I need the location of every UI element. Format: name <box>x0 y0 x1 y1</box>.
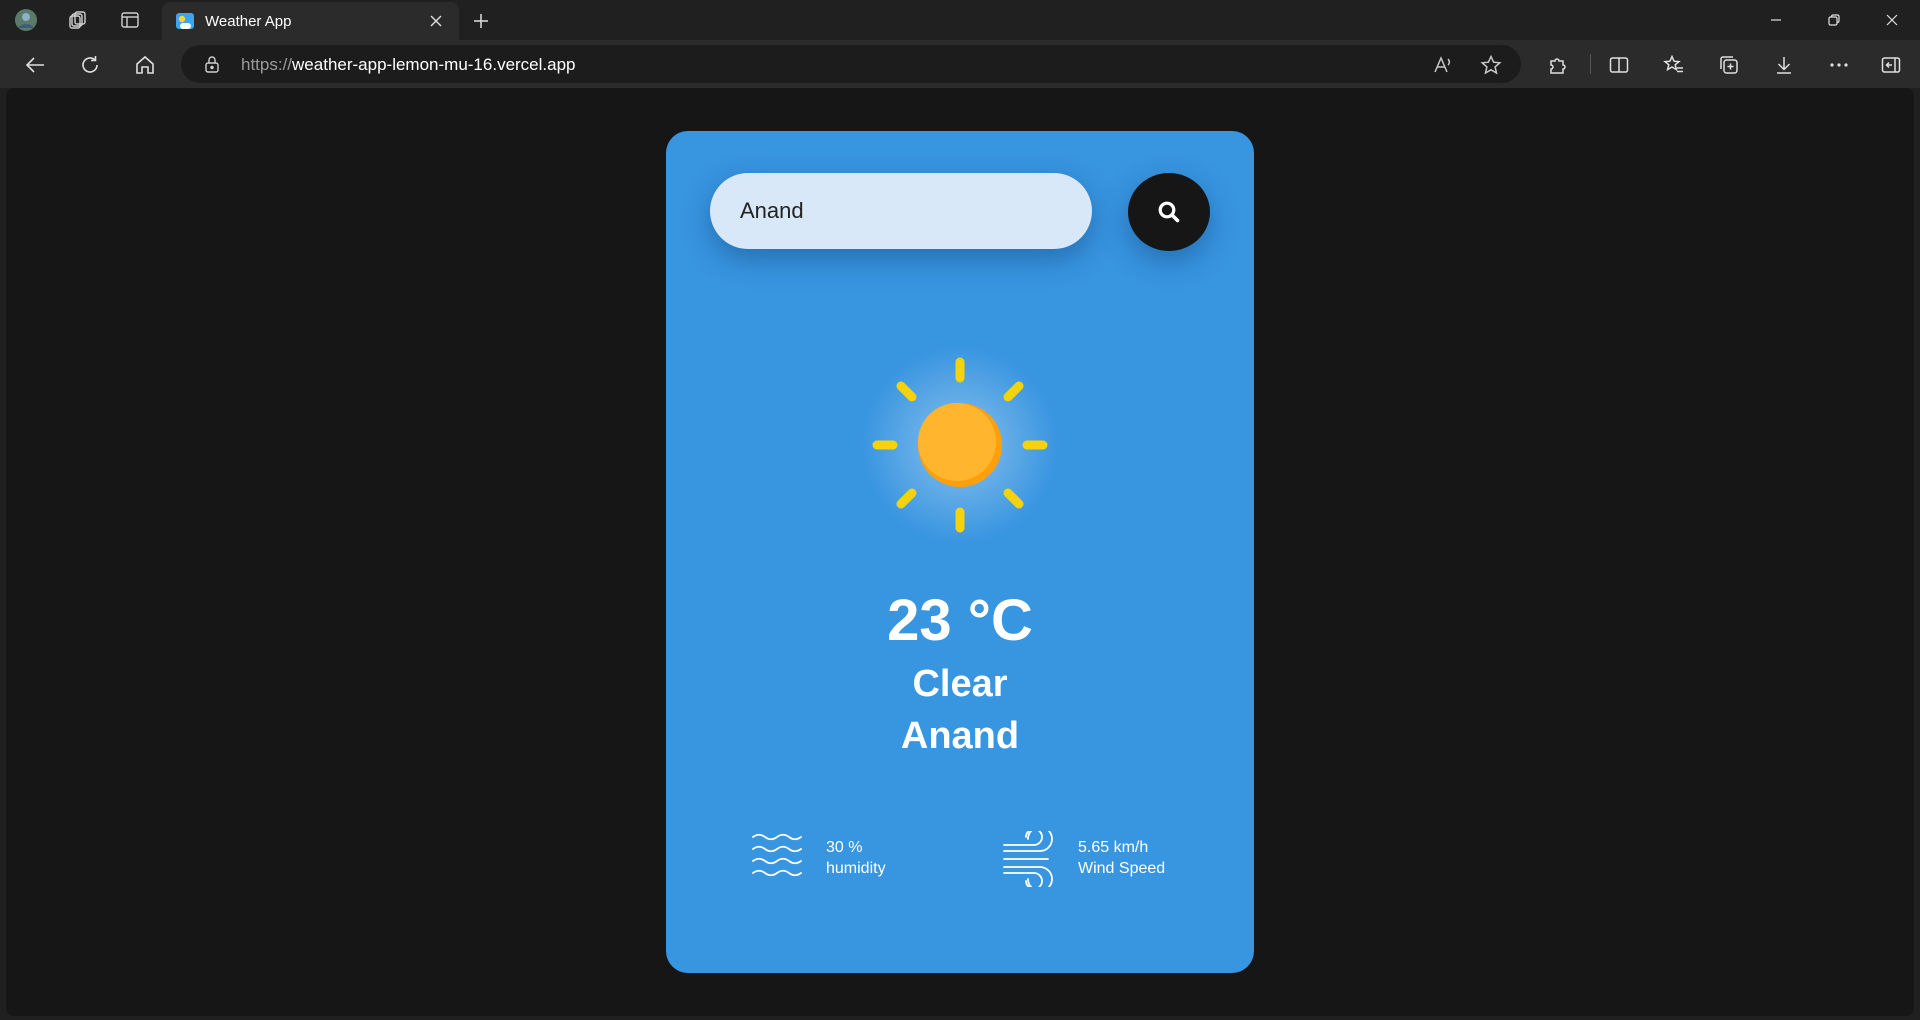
lock-icon[interactable] <box>203 55 221 73</box>
favorite-star-icon[interactable] <box>1479 53 1503 77</box>
profile-avatar[interactable] <box>14 8 38 32</box>
back-arrow-icon[interactable] <box>19 49 51 81</box>
home-icon[interactable] <box>129 49 161 81</box>
refresh-icon[interactable] <box>74 49 106 81</box>
wind-icon <box>1003 831 1053 887</box>
tab-title: Weather App <box>205 13 292 30</box>
waves-icon <box>752 833 802 877</box>
tab-bar: Weather App <box>0 0 1920 40</box>
tab-actions-icon[interactable] <box>118 8 142 32</box>
url-scheme: https:// <box>241 55 293 74</box>
search-button[interactable] <box>1128 173 1210 251</box>
sidebar-toggle-icon[interactable] <box>1875 49 1907 81</box>
address-bar[interactable]: https://weather-app-lemon-mu-16.vercel.a… <box>181 45 1521 83</box>
extensions-puzzle-icon[interactable] <box>1542 49 1574 81</box>
temperature-value: 23 °C <box>887 588 1033 653</box>
wind-detail: 5.65 km/h Wind Speed <box>1002 831 1202 887</box>
humidity-value: 30 % <box>826 839 863 856</box>
weather-card: 23 °C Clear Anand 30 % humidity 5.65 km/… <box>666 131 1254 973</box>
workspaces-icon[interactable] <box>66 8 90 32</box>
favorites-list-icon[interactable] <box>1658 49 1690 81</box>
tab-close-icon[interactable] <box>423 8 449 34</box>
city-search-input[interactable] <box>710 173 1092 249</box>
collections-icon[interactable] <box>1713 49 1745 81</box>
read-aloud-icon[interactable] <box>1431 53 1455 77</box>
tab-weather-app[interactable]: Weather App <box>162 2 459 40</box>
url-text[interactable]: https://weather-app-lemon-mu-16.vercel.a… <box>241 55 576 75</box>
humidity-label: humidity <box>826 860 886 877</box>
close-window-icon[interactable] <box>1864 0 1920 40</box>
weather-favicon-icon <box>176 13 194 29</box>
new-tab-plus-icon[interactable] <box>466 6 496 36</box>
sun-icon <box>872 357 1048 533</box>
weather-icon-container <box>860 345 1060 545</box>
split-screen-icon[interactable] <box>1603 49 1635 81</box>
humidity-detail: 30 % humidity <box>750 831 930 887</box>
wind-speed-label: Wind Speed <box>1078 860 1166 877</box>
restore-icon[interactable] <box>1806 0 1862 40</box>
page-viewport: 23 °C Clear Anand 30 % humidity 5.65 km/… <box>6 88 1914 1016</box>
more-options-icon[interactable] <box>1823 49 1855 81</box>
wind-speed-value: 5.65 km/h <box>1078 839 1149 856</box>
url-host: weather-app-lemon-mu-16.vercel.app <box>292 55 576 74</box>
browser-toolbar: https://weather-app-lemon-mu-16.vercel.a… <box>0 40 1920 88</box>
weather-condition: Clear <box>912 663 1008 705</box>
search-icon <box>1158 201 1180 223</box>
downloads-icon[interactable] <box>1768 49 1800 81</box>
minimize-icon[interactable] <box>1748 0 1804 40</box>
toolbar-separator <box>1590 54 1591 74</box>
city-name: Anand <box>900 715 1020 757</box>
